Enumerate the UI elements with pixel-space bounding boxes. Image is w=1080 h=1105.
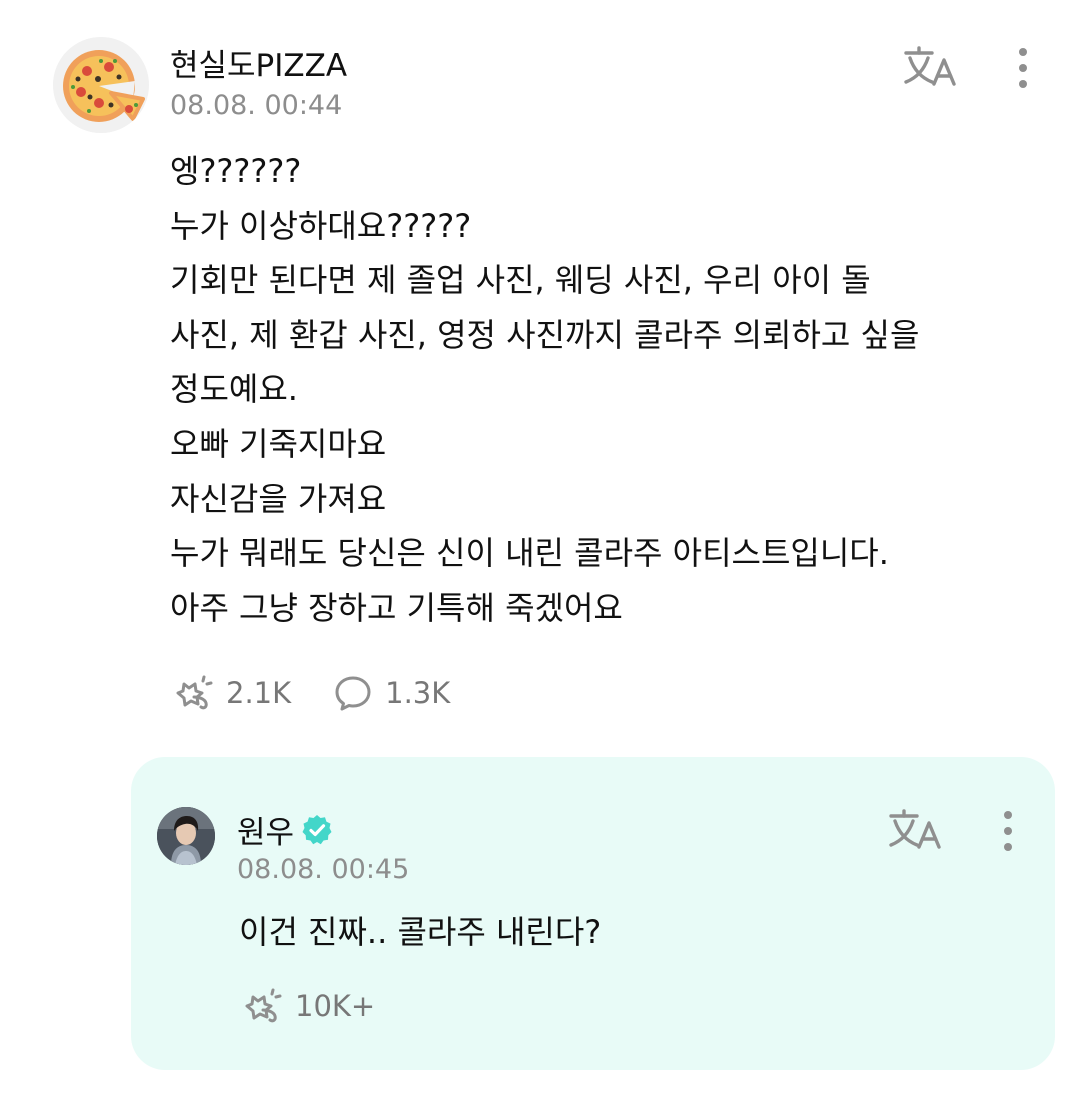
comment-button[interactable]: 1.3K: [333, 673, 450, 713]
post-line: 사진, 제 환갑 사진, 영정 사진까지 콜라주 의뢰하고 싶을: [170, 315, 920, 354]
artist-name[interactable]: 원우: [237, 807, 334, 852]
more-vertical-icon[interactable]: [996, 807, 1020, 855]
post-line: 정도예요.: [170, 370, 298, 409]
translate-icon[interactable]: [887, 807, 943, 855]
post-line: 기회만 된다면 제 졸업 사진, 웨딩 사진, 우리 아이 돌: [170, 261, 871, 300]
avatar[interactable]: [157, 807, 215, 865]
like-count: 10K+: [295, 989, 376, 1023]
avatar[interactable]: [53, 37, 149, 133]
post-line: 오빠 기죽지마요: [170, 424, 387, 463]
comment-bubble-icon: [335, 676, 371, 711]
post-line: 엥??????: [170, 152, 302, 190]
artist-reply-card: 원우 08.08. 00:45 이건 진짜.. 콜라주 내린다? 10K+: [131, 757, 1055, 1070]
post-line: 누가 이상하대요?????: [170, 206, 472, 245]
like-button[interactable]: 10K+: [241, 986, 375, 1026]
sparkle-like-icon: [245, 988, 282, 1023]
verified-badge-icon: [302, 814, 332, 844]
like-count: 2.1K: [226, 676, 292, 710]
more-vertical-icon[interactable]: [1011, 44, 1035, 92]
profile-photo-icon: [157, 807, 215, 865]
post-line: 누가 뭐래도 당신은 신이 내린 콜라주 아티스트입니다.: [170, 534, 889, 573]
post-line: 아주 그냥 장하고 기특해 죽겠어요: [170, 588, 623, 627]
post-reactions: 2.1K 1.3K: [172, 668, 450, 718]
reply-timestamp: 08.08. 00:45: [237, 854, 410, 885]
reply-body: 이건 진짜.. 콜라주 내린다?: [239, 913, 602, 951]
artist-name-label: 원우: [237, 815, 295, 851]
author-name[interactable]: 현실도PIZZA: [170, 40, 347, 85]
sparkle-like-icon: [176, 675, 213, 710]
post-line: 자신감을 가져요: [170, 479, 387, 518]
like-button[interactable]: 2.1K: [172, 673, 291, 713]
comment-count: 1.3K: [385, 676, 451, 710]
pizza-icon: [53, 37, 149, 133]
post-timestamp: 08.08. 00:44: [170, 90, 343, 121]
reply-reactions: 10K+: [241, 981, 375, 1031]
translate-icon[interactable]: [902, 44, 958, 92]
comment-thread: 현실도PIZZA 08.08. 00:44 엥?????? 누가 이상하대요??…: [0, 0, 1080, 1105]
post-body: 엥?????? 누가 이상하대요????? 기회만 된다면 제 졸업 사진, 웨…: [170, 144, 1050, 635]
